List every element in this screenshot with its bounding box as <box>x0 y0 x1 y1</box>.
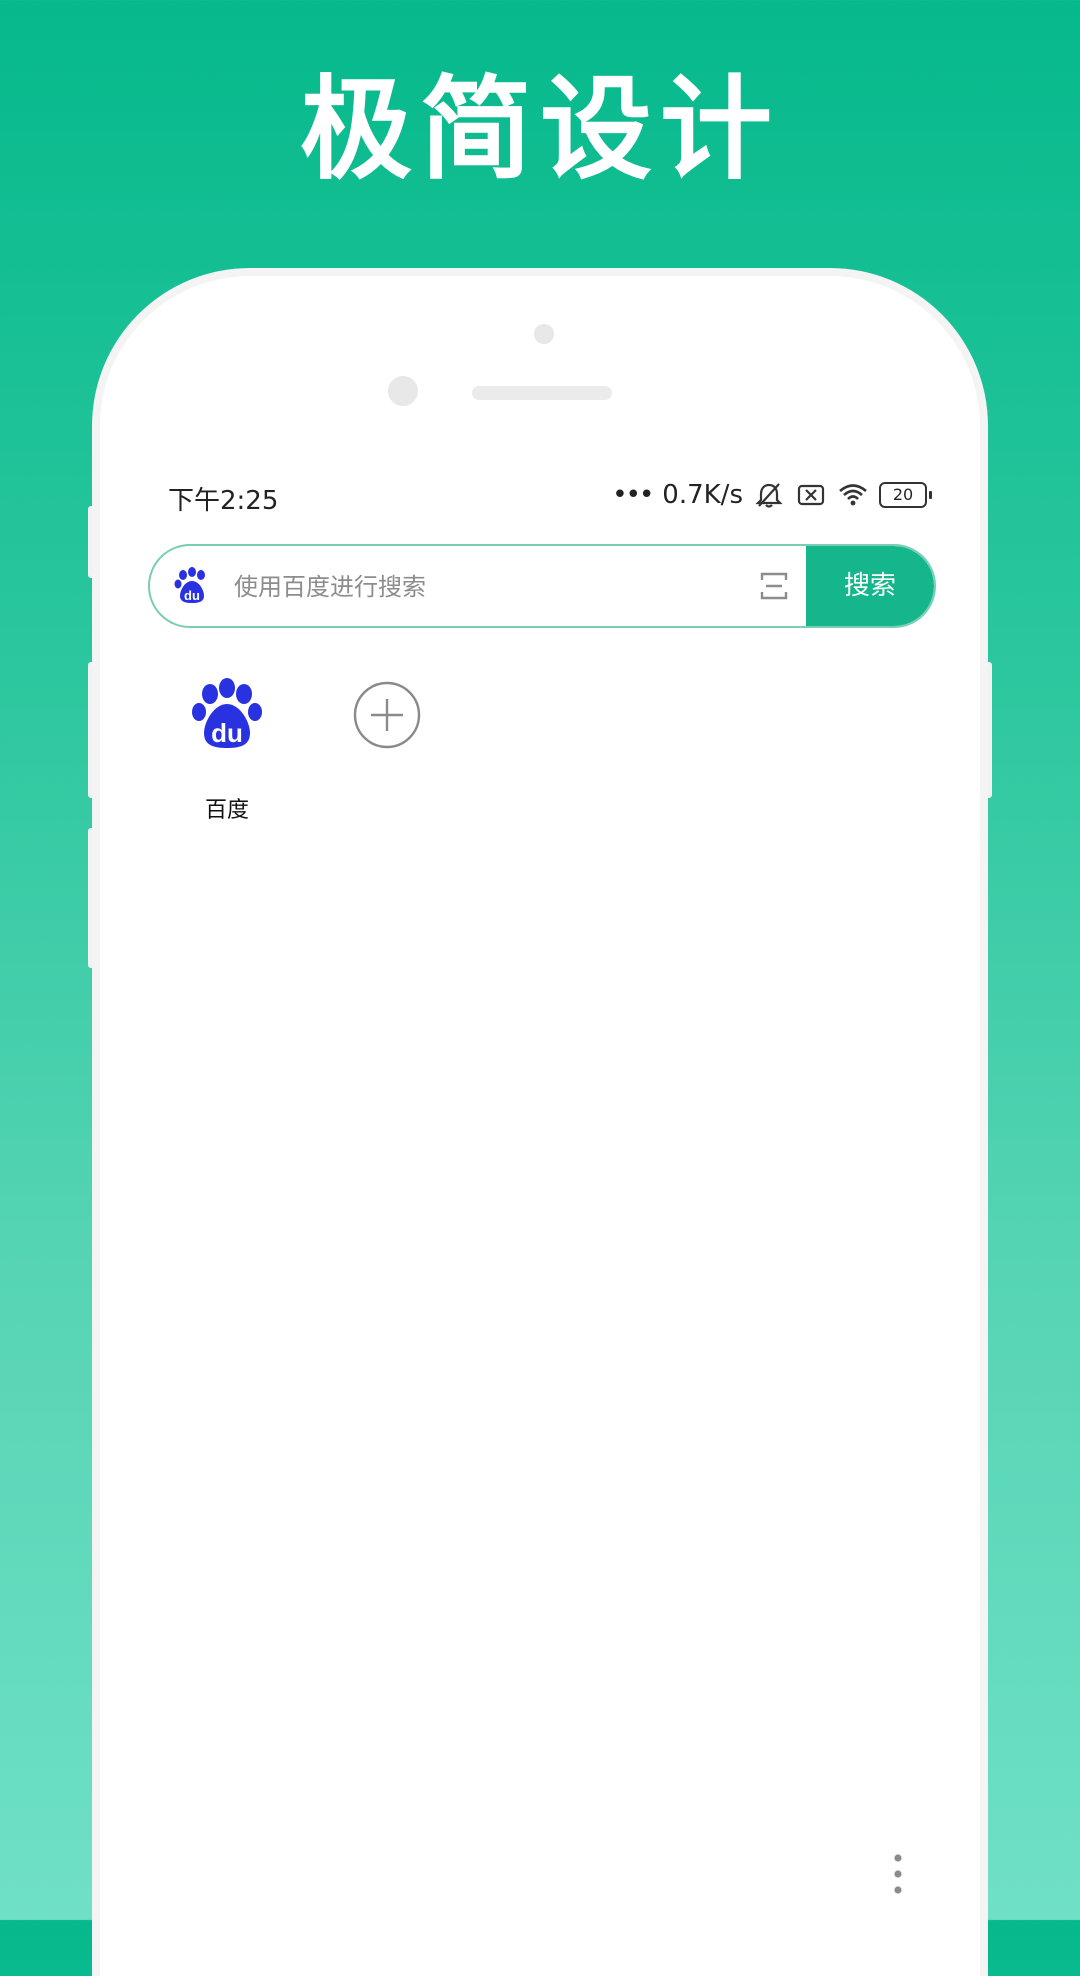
phone-mockup: 下午2:25 ••• 0.7K/s 20 du 使用百度进行搜索 搜索 du 百… <box>100 276 980 1976</box>
search-button[interactable]: 搜索 <box>806 546 934 626</box>
phone-side-button <box>982 662 992 798</box>
phone-side-button <box>88 828 98 968</box>
phone-side-button <box>88 506 98 578</box>
battery-icon: 20 <box>879 482 932 508</box>
wifi-icon <box>839 484 867 506</box>
phone-speaker <box>472 386 612 400</box>
status-bar: 下午2:25 ••• 0.7K/s 20 <box>168 476 932 516</box>
sim-off-icon <box>797 484 825 506</box>
phone-camera <box>388 376 418 406</box>
network-speed: 0.7K/s <box>662 480 743 510</box>
more-vertical-icon[interactable] <box>888 1850 908 1900</box>
baidu-paw-icon[interactable]: du <box>172 566 212 606</box>
status-time: 下午2:25 <box>168 486 279 516</box>
phone-sensor <box>534 324 554 344</box>
baidu-logo-icon: du <box>192 678 262 748</box>
scan-icon[interactable] <box>758 570 790 602</box>
status-icons: ••• 0.7K/s 20 <box>612 480 932 510</box>
signal-dots-icon: ••• <box>612 480 654 510</box>
search-input[interactable] <box>232 564 716 610</box>
shortcut-baidu[interactable]: du 百度 <box>162 676 292 824</box>
svg-text:du: du <box>184 588 200 603</box>
search-bar: du 搜索 <box>148 544 936 628</box>
shortcut-label: 百度 <box>204 798 249 823</box>
battery-level: 20 <box>879 482 927 508</box>
headline-title: 极简设计 <box>300 65 780 195</box>
add-circle-icon <box>353 681 421 749</box>
phone-side-button <box>88 662 98 798</box>
bell-muted-icon <box>755 483 783 508</box>
shortcut-add[interactable] <box>322 676 452 758</box>
svg-text:du: du <box>211 718 243 748</box>
